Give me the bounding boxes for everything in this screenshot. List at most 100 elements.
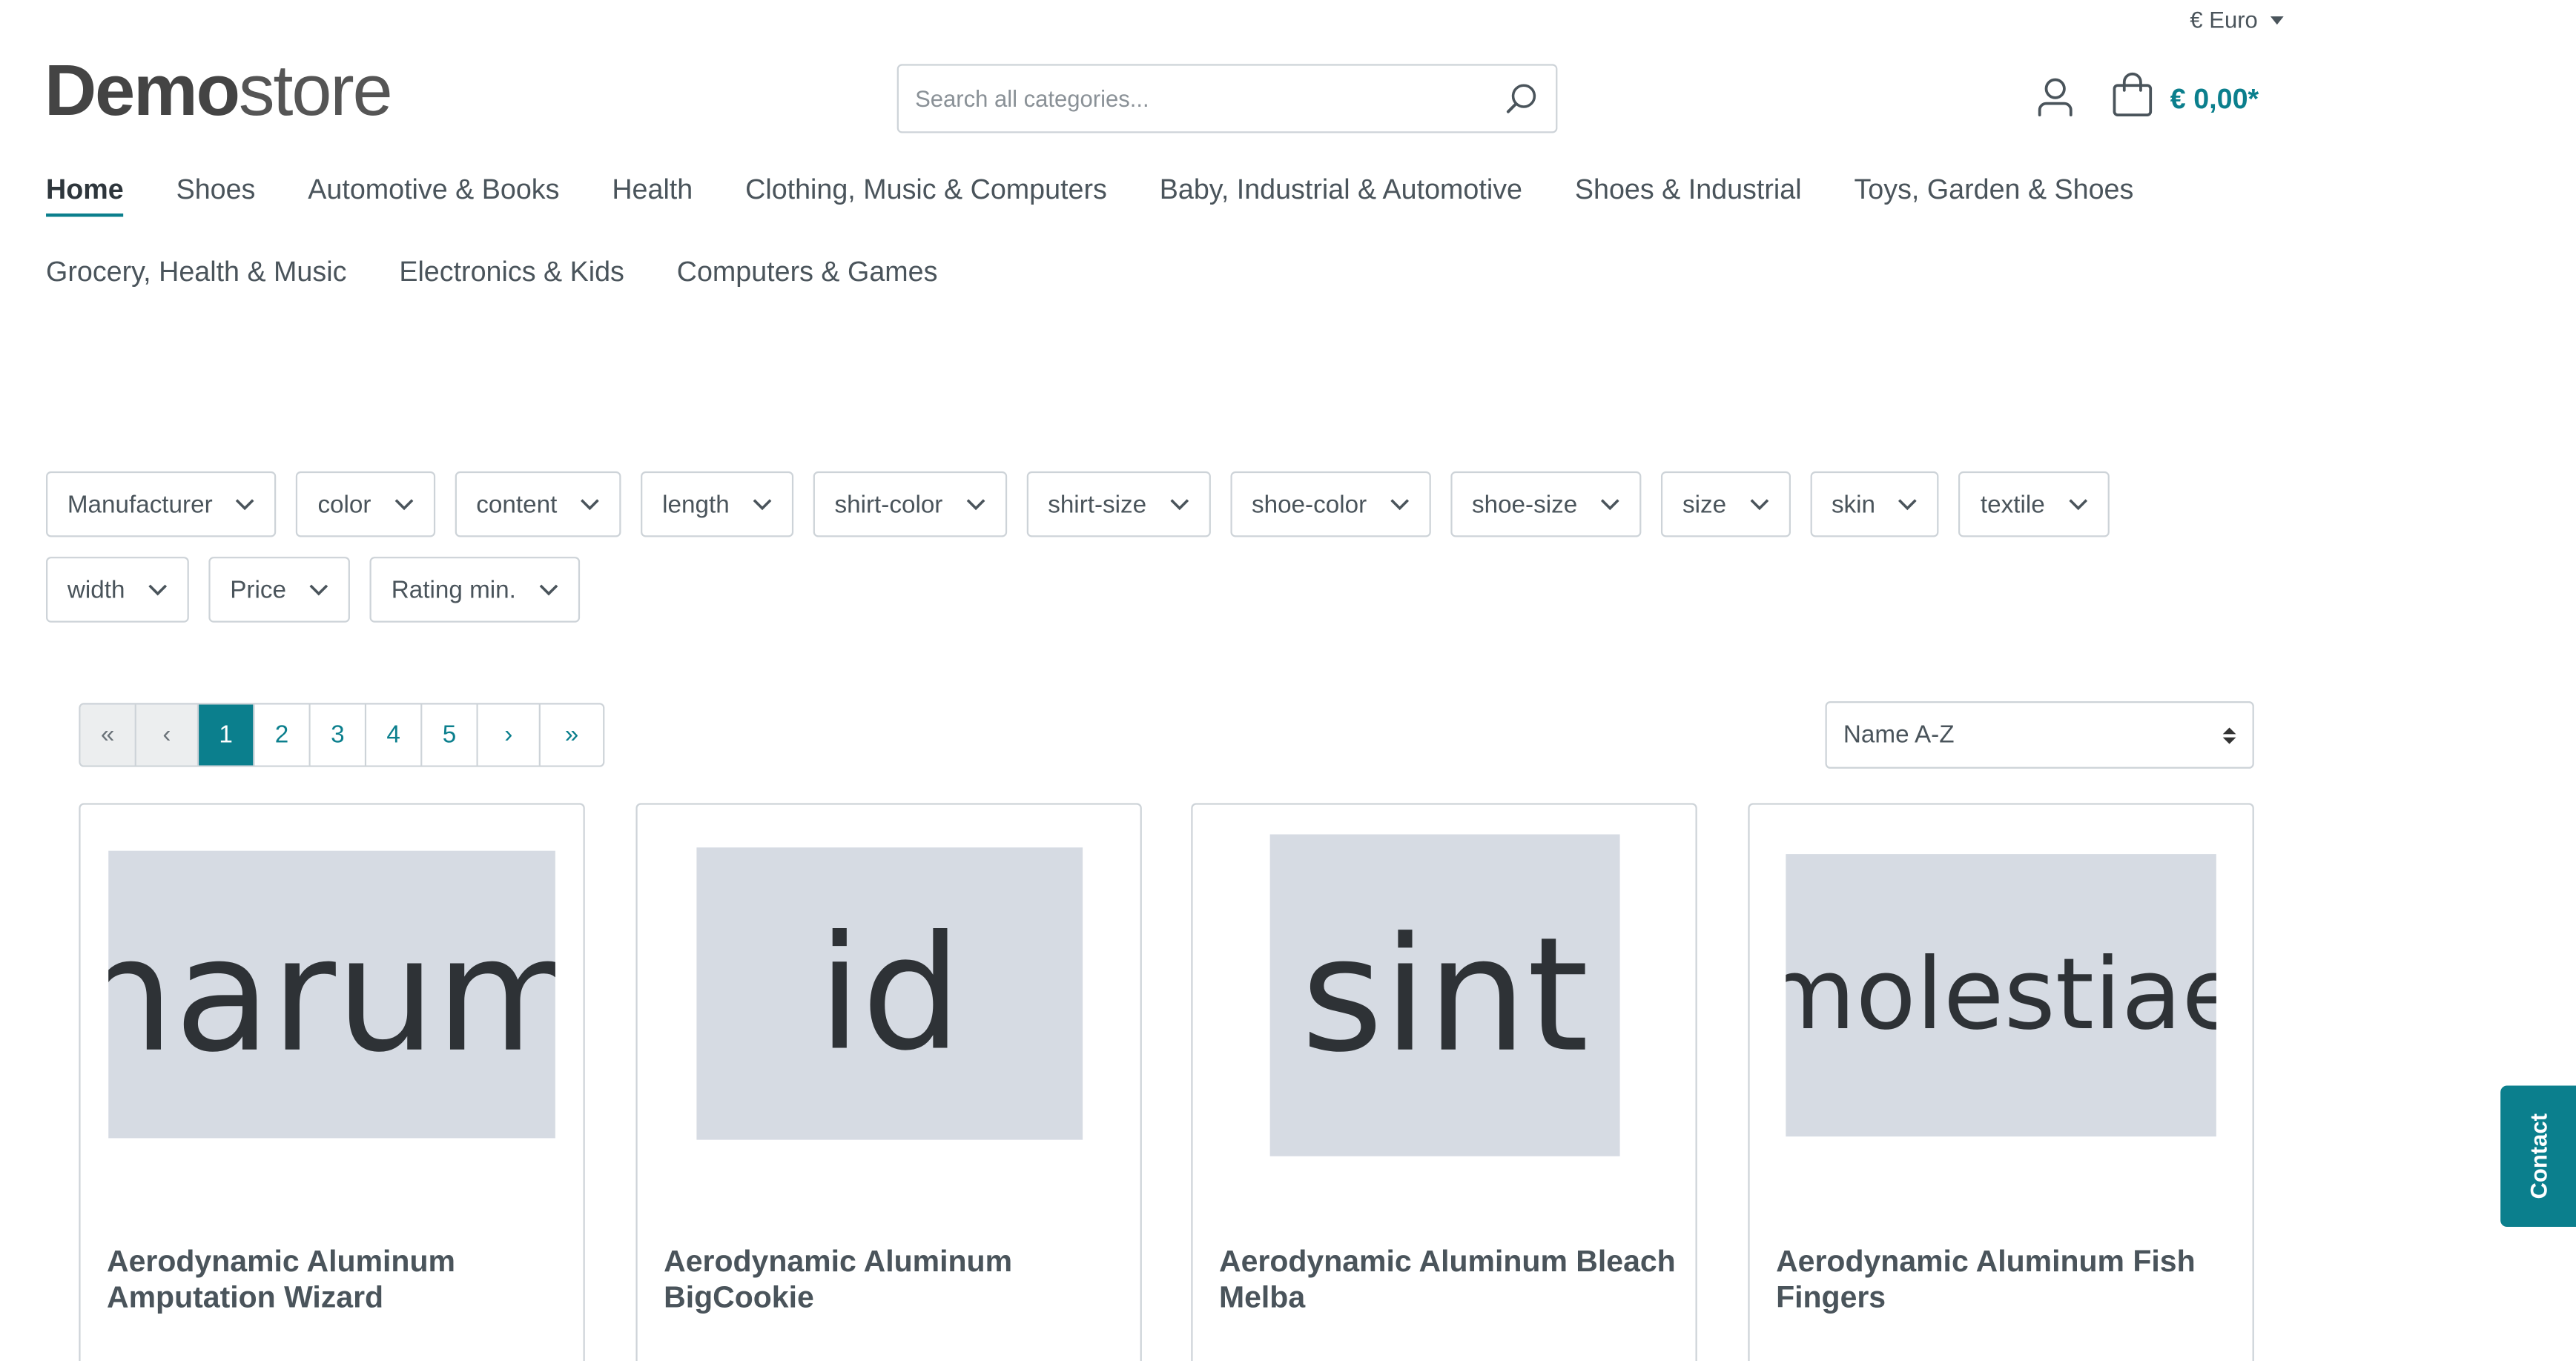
pagination: « ‹ 1 2 3 4 5 › » xyxy=(79,703,605,767)
page: € Euro Demostore € 0,00* Home Shoes Auto… xyxy=(0,0,2576,1361)
chevron-down-icon xyxy=(236,499,255,511)
product-image-text: sint xyxy=(1301,903,1589,1087)
pagination-last-button[interactable]: » xyxy=(540,704,604,766)
filter-manufacturer[interactable]: Manufacturer xyxy=(46,471,277,537)
filter-label: size xyxy=(1682,490,1727,519)
filter-label: width xyxy=(67,575,125,604)
filter-rating-min[interactable]: Rating min. xyxy=(369,557,581,623)
product-image[interactable]: sint xyxy=(1269,834,1620,1156)
pagination-page-1[interactable]: 1 xyxy=(199,704,255,766)
pagination-page-4[interactable]: 4 xyxy=(366,704,423,766)
filter-price[interactable]: Price xyxy=(208,557,351,623)
search-icon[interactable] xyxy=(1503,81,1539,117)
product-name[interactable]: Aerodynamic Aluminum Amputation Wizard xyxy=(107,1243,567,1315)
currency-selector[interactable]: € Euro xyxy=(2190,6,2285,33)
product-card[interactable]: sint Aerodynamic Aluminum Bleach Melba xyxy=(1191,803,1697,1361)
filter-length[interactable]: length xyxy=(641,471,794,537)
chevron-down-icon xyxy=(394,499,414,511)
sort-select[interactable]: Name A-Z xyxy=(1825,701,2254,769)
product-image[interactable]: id xyxy=(696,847,1083,1140)
filter-label: length xyxy=(662,490,730,519)
nav-item-electronics-kids[interactable]: Electronics & Kids xyxy=(399,253,624,296)
cart-button[interactable]: € 0,00* xyxy=(2111,72,2259,126)
pagination-prev-button[interactable]: ‹ xyxy=(136,704,199,766)
chevron-down-icon xyxy=(309,584,328,596)
chevron-down-icon xyxy=(1899,499,1918,511)
nav-item-home[interactable]: Home xyxy=(46,170,124,217)
search-input[interactable] xyxy=(915,85,1504,112)
filter-label: textile xyxy=(1980,490,2045,519)
cart-icon xyxy=(2111,72,2154,126)
account-icon[interactable] xyxy=(2034,76,2077,119)
filter-label: Rating min. xyxy=(391,575,516,604)
nav-item-baby-industrial-automotive[interactable]: Baby, Industrial & Automotive xyxy=(1160,170,1522,216)
store-logo[interactable]: Demostore xyxy=(44,55,393,128)
pagination-next-button[interactable]: › xyxy=(478,704,541,766)
chevron-down-icon xyxy=(148,584,168,596)
filter-size[interactable]: size xyxy=(1661,471,1791,537)
nav-item-computers-games[interactable]: Computers & Games xyxy=(677,253,938,296)
product-card[interactable]: id Aerodynamic Aluminum BigCookie xyxy=(635,803,1142,1361)
product-card[interactable]: molestiae Aerodynamic Aluminum Fish Fing… xyxy=(1748,803,2254,1361)
search-box xyxy=(896,64,1558,133)
nav-item-shoes-industrial[interactable]: Shoes & Industrial xyxy=(1575,170,1802,216)
filter-label: content xyxy=(476,490,558,519)
filter-label: Manufacturer xyxy=(67,490,213,519)
product-image-text: molestiae xyxy=(1786,938,2216,1053)
product-image[interactable]: molestiae xyxy=(1786,854,2216,1137)
chevron-down-icon xyxy=(1601,499,1619,511)
filter-textile[interactable]: textile xyxy=(1959,471,2110,537)
filter-shoe-size[interactable]: shoe-size xyxy=(1450,471,1642,537)
product-name[interactable]: Aerodynamic Aluminum BigCookie xyxy=(664,1243,1123,1315)
logo-bold-text: Demo xyxy=(44,50,240,132)
filter-label: shoe-color xyxy=(1251,490,1367,519)
filter-color[interactable]: color xyxy=(296,471,435,537)
filter-label: shoe-size xyxy=(1471,490,1578,519)
currency-label: € Euro xyxy=(2190,6,2258,33)
pagination-first-button[interactable]: « xyxy=(80,704,136,766)
chevron-down-icon xyxy=(1390,499,1409,511)
product-image-text: harum xyxy=(108,902,555,1087)
nav-item-automotive-books[interactable]: Automotive & Books xyxy=(308,170,559,216)
cart-total: € 0,00* xyxy=(2170,82,2259,114)
filter-skin[interactable]: skin xyxy=(1810,471,1940,537)
logo-light-text: store xyxy=(238,50,393,132)
pagination-page-3[interactable]: 3 xyxy=(310,704,367,766)
filter-label: color xyxy=(317,490,371,519)
filter-label: Price xyxy=(230,575,286,604)
chevron-down-icon xyxy=(539,584,558,596)
nav-item-toys-garden-shoes[interactable]: Toys, Garden & Shoes xyxy=(1854,170,2133,216)
product-name[interactable]: Aerodynamic Aluminum Bleach Melba xyxy=(1219,1243,1679,1315)
product-image[interactable]: harum xyxy=(108,850,555,1139)
nav-item-grocery-health-music[interactable]: Grocery, Health & Music xyxy=(46,253,346,296)
filter-shirt-color[interactable]: shirt-color xyxy=(813,471,1007,537)
chevron-down-icon xyxy=(1170,499,1189,511)
chevron-down-icon xyxy=(966,499,985,511)
chevron-down-icon xyxy=(581,499,599,511)
filter-panel: Manufacturer color content length shirt-… xyxy=(46,471,2248,623)
chevron-down-icon xyxy=(1750,499,1768,511)
filter-shoe-color[interactable]: shoe-color xyxy=(1230,471,1431,537)
filter-content[interactable]: content xyxy=(455,471,621,537)
filter-label: shirt-color xyxy=(834,490,943,519)
nav-item-health[interactable]: Health xyxy=(612,170,693,216)
filter-label: skin xyxy=(1831,490,1876,519)
filter-shirt-size[interactable]: shirt-size xyxy=(1026,471,1211,537)
product-name[interactable]: Aerodynamic Aluminum Fish Fingers xyxy=(1776,1243,2236,1315)
pagination-page-2[interactable]: 2 xyxy=(254,704,311,766)
product-image-text: id xyxy=(817,901,962,1086)
chevron-down-icon xyxy=(753,499,772,511)
filter-label: shirt-size xyxy=(1048,490,1147,519)
contact-tab[interactable]: Contact xyxy=(2500,1085,2576,1228)
chevron-down-icon xyxy=(2068,499,2087,511)
select-arrows-icon xyxy=(2222,726,2236,744)
caret-down-icon xyxy=(2270,16,2285,24)
nav-item-clothing-music-computers[interactable]: Clothing, Music & Computers xyxy=(745,170,1107,216)
pagination-page-5[interactable]: 5 xyxy=(422,704,478,766)
filter-width[interactable]: width xyxy=(46,557,189,623)
sort-selected-value: Name A-Z xyxy=(1843,721,1955,749)
contact-label: Contact xyxy=(2525,1113,2552,1199)
product-card[interactable]: harum Aerodynamic Aluminum Amputation Wi… xyxy=(79,803,585,1361)
main-navigation: Home Shoes Automotive & Books Health Clo… xyxy=(46,170,2215,295)
nav-item-shoes[interactable]: Shoes xyxy=(176,170,256,216)
